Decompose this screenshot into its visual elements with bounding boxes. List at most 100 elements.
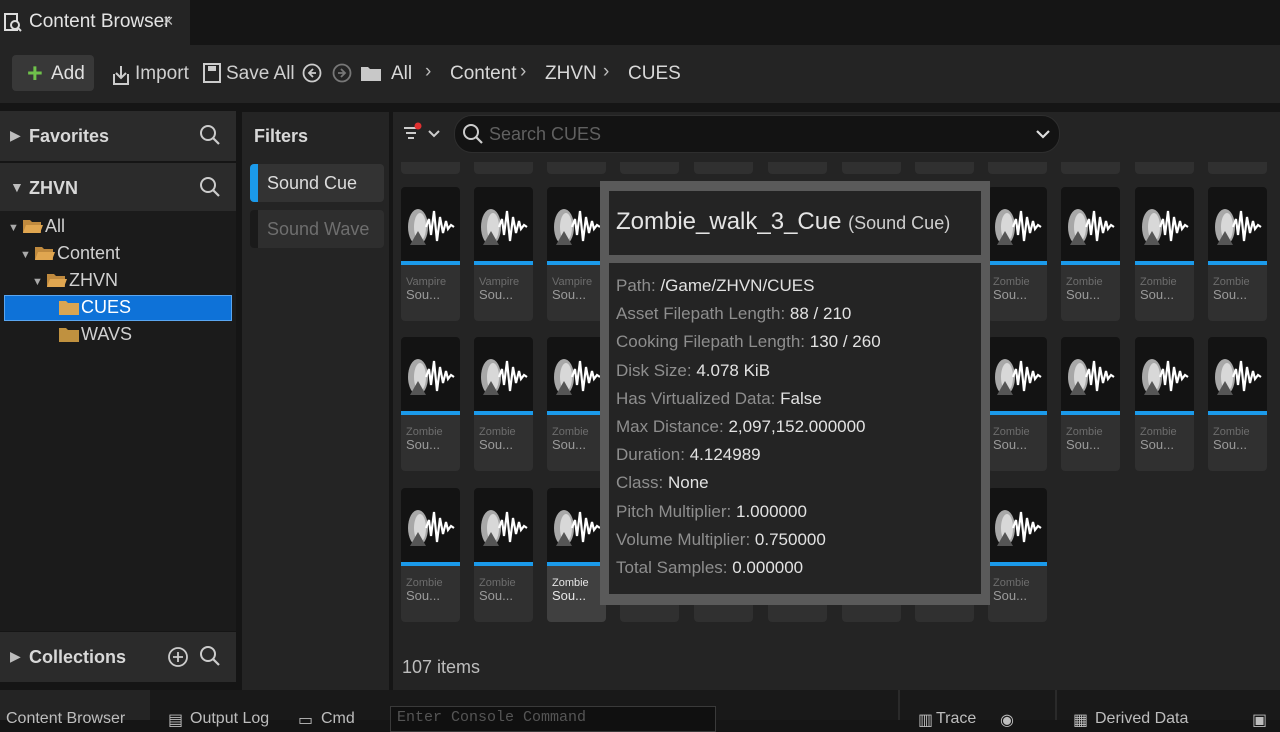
trace-button[interactable]: Trace bbox=[936, 710, 976, 728]
asset-tile[interactable]: Zombie Sou... bbox=[547, 488, 606, 622]
asset-tile-partial[interactable] bbox=[401, 162, 460, 174]
expand-arrow-icon[interactable]: ▼ bbox=[8, 222, 19, 234]
asset-tile-partial[interactable] bbox=[694, 162, 753, 174]
asset-tile[interactable]: Zombie Sou... bbox=[1061, 187, 1120, 321]
asset-tile-partial[interactable] bbox=[842, 162, 901, 174]
tree-node-content[interactable]: ▼ Content bbox=[0, 243, 236, 267]
cmd-dropdown[interactable]: Cmd bbox=[321, 710, 355, 728]
search-bar[interactable] bbox=[454, 115, 1060, 153]
asset-tile[interactable]: Vampire Sou... bbox=[547, 187, 606, 321]
source-control-icon[interactable]: ▣ bbox=[1252, 710, 1267, 730]
asset-tile-partial[interactable] bbox=[547, 162, 606, 174]
asset-type-label: Sou... bbox=[993, 287, 1027, 302]
property-value: /Game/ZHVN/CUES bbox=[660, 276, 815, 295]
asset-tile[interactable]: Zombie Sou... bbox=[1208, 187, 1267, 321]
expand-arrow-icon[interactable]: ▶ bbox=[10, 127, 21, 144]
search-icon[interactable] bbox=[199, 124, 221, 146]
asset-thumbnail bbox=[401, 337, 460, 411]
tab-content-browser[interactable]: Content Browser × bbox=[0, 0, 190, 45]
sound-cue-icon bbox=[554, 510, 601, 546]
sound-cue-icon bbox=[408, 510, 455, 546]
search-icon[interactable] bbox=[199, 176, 221, 198]
favorites-header[interactable]: ▶ Favorites bbox=[0, 111, 236, 161]
project-header[interactable]: ▼ ZHVN bbox=[0, 163, 236, 213]
asset-thumbnail bbox=[474, 187, 533, 261]
add-button[interactable]: + Add bbox=[12, 55, 94, 91]
content-browser-icon bbox=[4, 13, 22, 32]
breadcrumb-all[interactable]: All bbox=[391, 63, 412, 85]
derived-data-button[interactable]: Derived Data bbox=[1095, 710, 1188, 728]
asset-tile-partial[interactable] bbox=[768, 162, 827, 174]
search-input[interactable] bbox=[487, 122, 1031, 146]
tree-node-cues[interactable]: CUES bbox=[0, 297, 236, 321]
filter-dropdown-icon[interactable] bbox=[402, 120, 442, 146]
tooltip-header: Zombie_walk_3_Cue (Sound Cue) bbox=[609, 191, 981, 255]
asset-tile-partial[interactable] bbox=[1208, 162, 1267, 174]
asset-tile[interactable]: Zombie Sou... bbox=[1208, 337, 1267, 471]
asset-tile[interactable]: Zombie Sou... bbox=[547, 337, 606, 471]
import-button[interactable]: Import bbox=[135, 63, 189, 85]
favorites-label: Favorites bbox=[29, 126, 110, 146]
record-icon[interactable]: ◉ bbox=[1000, 710, 1014, 730]
chevron-right-icon: › bbox=[520, 61, 527, 82]
folder-icon[interactable] bbox=[360, 64, 382, 82]
asset-tile[interactable]: Zombie Sou... bbox=[474, 337, 533, 471]
asset-tile-partial[interactable] bbox=[1061, 162, 1120, 174]
asset-thumbnail bbox=[401, 488, 460, 562]
asset-tile[interactable]: Zombie Sou... bbox=[401, 337, 460, 471]
tree-node-all[interactable]: ▼ All bbox=[0, 216, 236, 240]
tooltip-property: Pitch Multiplier: 1.000000 bbox=[616, 502, 807, 522]
back-arrow-icon[interactable] bbox=[302, 63, 322, 83]
asset-thumbnail bbox=[547, 488, 606, 562]
filter-sound-cue[interactable]: Sound Cue bbox=[250, 164, 384, 202]
expand-arrow-icon[interactable]: ▼ bbox=[20, 249, 31, 261]
asset-tile-partial[interactable] bbox=[620, 162, 679, 174]
save-all-button[interactable]: Save All bbox=[226, 63, 295, 85]
expand-arrow-icon[interactable]: ▶ bbox=[10, 648, 21, 665]
asset-type-bar bbox=[547, 562, 606, 566]
output-log-icon: ▤ bbox=[168, 712, 184, 729]
asset-tile[interactable]: Zombie Sou... bbox=[474, 488, 533, 622]
asset-tile[interactable]: Zombie Sou... bbox=[988, 337, 1047, 471]
asset-tile[interactable]: Vampire Sou... bbox=[474, 187, 533, 321]
asset-type-bar bbox=[401, 261, 460, 265]
asset-tile[interactable]: Zombie Sou... bbox=[1061, 337, 1120, 471]
forward-arrow-icon[interactable] bbox=[332, 63, 352, 83]
asset-type-bar bbox=[474, 562, 533, 566]
import-icon[interactable] bbox=[111, 64, 131, 86]
save-all-icon[interactable] bbox=[203, 63, 221, 83]
breadcrumb-zhvn[interactable]: ZHVN bbox=[545, 63, 597, 85]
console-input[interactable] bbox=[391, 707, 713, 728]
collapse-arrow-icon[interactable]: ▼ bbox=[10, 179, 24, 195]
chevron-down-icon[interactable] bbox=[1035, 127, 1051, 141]
drawer-content-browser[interactable]: Content Browser bbox=[0, 690, 150, 727]
chevron-right-icon: › bbox=[425, 61, 432, 82]
close-tab-icon[interactable]: × bbox=[163, 11, 174, 32]
search-icon[interactable] bbox=[199, 645, 221, 667]
add-collection-icon[interactable] bbox=[167, 646, 189, 668]
asset-tile[interactable]: Vampire Sou... bbox=[401, 187, 460, 321]
asset-type-bar bbox=[1061, 411, 1120, 415]
asset-tile-partial[interactable] bbox=[988, 162, 1047, 174]
asset-thumbnail bbox=[1208, 187, 1267, 261]
tree-node-zhvn[interactable]: ▼ ZHVN bbox=[0, 270, 236, 294]
asset-tile[interactable]: Zombie Sou... bbox=[988, 488, 1047, 622]
asset-tile[interactable]: Zombie Sou... bbox=[988, 187, 1047, 321]
collections-header[interactable]: ▶ Collections bbox=[0, 632, 236, 682]
asset-tile[interactable]: Zombie Sou... bbox=[401, 488, 460, 622]
breadcrumb-content[interactable]: Content bbox=[450, 63, 517, 85]
asset-tile[interactable]: Zombie Sou... bbox=[1135, 187, 1194, 321]
tree-node-wavs[interactable]: WAVS bbox=[0, 324, 236, 348]
property-value: None bbox=[667, 473, 709, 493]
output-log-button[interactable]: Output Log bbox=[190, 710, 269, 728]
tooltip-property: Class: None bbox=[616, 473, 709, 493]
asset-tile-partial[interactable] bbox=[915, 162, 974, 174]
asset-tile-partial[interactable] bbox=[1135, 162, 1194, 174]
breadcrumb-cues[interactable]: CUES bbox=[628, 63, 681, 85]
filter-sound-wave[interactable]: Sound Wave bbox=[250, 210, 384, 248]
console-command-box[interactable] bbox=[390, 706, 716, 732]
asset-tile-partial[interactable] bbox=[474, 162, 533, 174]
tooltip-property: Asset Filepath Length: 88 / 210 bbox=[616, 304, 851, 324]
expand-arrow-icon[interactable]: ▼ bbox=[32, 276, 43, 288]
asset-tile[interactable]: Zombie Sou... bbox=[1135, 337, 1194, 471]
